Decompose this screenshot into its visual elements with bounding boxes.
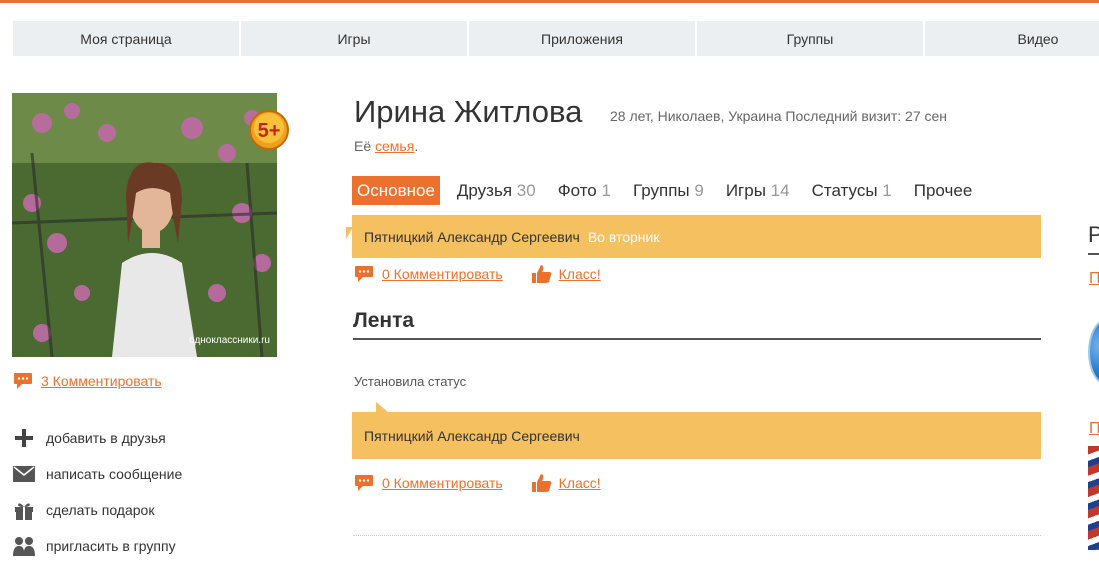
- nav-groups[interactable]: Группы: [697, 21, 923, 56]
- invite-group-label: пригласить в группу: [46, 538, 176, 554]
- feed-title-underline: [353, 338, 1041, 340]
- feed-like-link[interactable]: Класс!: [559, 475, 601, 491]
- main-nav: Моя страница Игры Приложения Группы Виде…: [13, 21, 1099, 56]
- tab-statuses-count: 1: [882, 181, 892, 200]
- tab-other-label: Прочее: [913, 181, 973, 200]
- family-link[interactable]: семья: [375, 138, 414, 154]
- profile-name: Ирина Житлова: [354, 94, 583, 129]
- nav-apps[interactable]: Приложения: [469, 21, 695, 56]
- right-column-flag-image[interactable]: [1088, 446, 1099, 550]
- tab-groups-count: 9: [694, 181, 704, 200]
- plus-icon: [13, 427, 35, 449]
- send-message-action[interactable]: написать сообщение: [13, 456, 182, 492]
- rating-badge[interactable]: 5+: [248, 110, 290, 150]
- feed-title: Лента: [353, 309, 415, 332]
- feed-comment-link[interactable]: 0 Комментировать: [382, 475, 503, 491]
- tab-games-count: 14: [770, 181, 790, 200]
- profile-family: Её семья.: [354, 138, 418, 154]
- tab-statuses[interactable]: Статусы 1: [807, 176, 897, 205]
- envelope-icon: [13, 463, 35, 485]
- feed-divider: [353, 535, 1041, 536]
- status-time: Во вторник: [587, 228, 660, 245]
- right-column-underline: [1088, 253, 1099, 255]
- tab-photos-count: 1: [601, 181, 611, 200]
- comment-bubble-icon: [355, 475, 373, 491]
- profile-meta: 28 лет, Николаев, Украина Последний визи…: [610, 108, 948, 124]
- tab-other[interactable]: Прочее: [909, 176, 978, 205]
- add-friend-action[interactable]: добавить в друзья: [13, 420, 182, 456]
- right-column-link-1[interactable]: П: [1089, 270, 1099, 288]
- feed-status-author[interactable]: Пятницкий Александр Сергеевич: [364, 428, 580, 444]
- tab-friends-count: 30: [516, 181, 536, 200]
- feed-event-label: Установила статус: [354, 374, 467, 389]
- make-gift-action[interactable]: сделать подарок: [13, 492, 182, 528]
- tab-friends-label: Друзья: [456, 181, 513, 200]
- group-icon: [13, 535, 35, 557]
- tab-games[interactable]: Игры 14: [721, 176, 795, 205]
- make-gift-label: сделать подарок: [46, 502, 155, 518]
- status-comment-link[interactable]: 0 Комментировать: [382, 266, 503, 282]
- feed-social-bar: 0 Комментировать Класс!: [354, 473, 601, 493]
- photo-watermark: одноклассники.ru: [189, 335, 270, 346]
- status-like-link[interactable]: Класс!: [559, 266, 601, 282]
- gift-icon: [13, 499, 35, 521]
- feed-status-item: Пятницкий Александр Сергеевич: [352, 402, 1041, 459]
- send-message-label: написать сообщение: [46, 466, 183, 482]
- family-prefix: Её: [354, 138, 376, 154]
- profile-tabs: Основное Друзья 30 Фото 1 Группы 9 Игры …: [352, 176, 989, 205]
- right-column-link-2[interactable]: П: [1089, 420, 1099, 438]
- family-suffix: .: [414, 138, 419, 154]
- profile-actions: добавить в друзья написать сообщение сде…: [13, 420, 182, 564]
- photo-comments: 3 Комментировать: [13, 372, 162, 390]
- tab-games-label: Игры: [725, 181, 766, 200]
- feed-status-notch: [376, 402, 388, 412]
- thumbs-up-icon: [531, 265, 551, 283]
- rating-badge-text: 5+: [258, 120, 281, 142]
- photo-comment-link[interactable]: 3 Комментировать: [41, 373, 162, 389]
- nav-my-page[interactable]: Моя страница: [13, 21, 239, 56]
- tab-statuses-label: Статусы: [811, 181, 878, 200]
- comment-bubble-icon: [14, 373, 32, 389]
- status-author[interactable]: Пятницкий Александр Сергеевич: [364, 229, 580, 245]
- status-notch: [346, 227, 353, 239]
- right-column-app-icon[interactable]: [1088, 318, 1099, 386]
- tab-photos[interactable]: Фото 1: [553, 176, 616, 205]
- add-friend-label: добавить в друзья: [46, 430, 166, 446]
- current-status: Пятницкий Александр Сергеевич Во вторник: [346, 215, 1041, 258]
- right-column-heading: Р: [1088, 222, 1099, 247]
- profile-photo[interactable]: одноклассники.ru: [12, 93, 277, 357]
- status-social-bar: 0 Комментировать Класс!: [354, 264, 601, 284]
- nav-games[interactable]: Игры: [241, 21, 467, 56]
- tab-groups[interactable]: Группы 9: [628, 176, 709, 205]
- tab-main-label: Основное: [357, 181, 435, 200]
- nav-video[interactable]: Видео: [925, 21, 1099, 56]
- thumbs-up-icon: [531, 474, 551, 492]
- tab-main[interactable]: Основное: [352, 176, 440, 205]
- invite-group-action[interactable]: пригласить в группу: [13, 528, 182, 564]
- comment-bubble-icon: [355, 266, 373, 282]
- tab-photos-label: Фото: [557, 181, 597, 200]
- tab-friends[interactable]: Друзья 30: [452, 176, 541, 205]
- tab-groups-label: Группы: [632, 181, 690, 200]
- top-accent-line: [0, 0, 1099, 3]
- photo-illustration: одноклассники.ru: [12, 93, 277, 357]
